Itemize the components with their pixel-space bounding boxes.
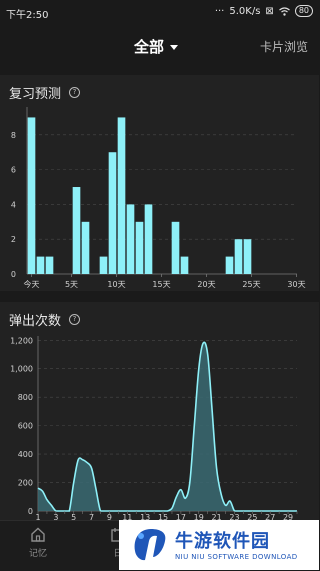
brand-logo-icon [134,529,166,561]
x-tick-label: 29 [283,513,293,520]
x-tick-label: 5 [71,513,76,520]
bar [45,256,54,274]
x-tick-label: 25天 [242,280,260,289]
review-forecast-header: 复习预测 ? [9,83,81,102]
bar [180,256,189,274]
help-icon[interactable]: ? [69,87,81,98]
x-tick-label: 15天 [152,280,170,289]
brand-watermark: 牛游软件园 NIU NIU SOFTWARE DOWNLOAD [119,520,319,570]
y-tick-label: 6 [11,166,16,175]
status-bar: 下午2:50 ··· 5.0K/s ⊠ 80 [0,0,319,24]
bar [27,117,36,274]
y-tick-label: 8 [11,131,16,140]
bar [144,204,153,274]
net-speed: 5.0K/s [229,5,261,17]
bar [126,204,135,274]
y-tick-label: 0 [28,507,33,516]
x-tick-label: 25 [247,513,257,520]
x-tick-label: 21 [212,513,222,520]
y-tick-label: 200 [18,479,33,488]
review-forecast-panel: 复习预测 ? 0 2 4 6 8 今天 5天 10天 15天 20天 25天 30天 [0,75,319,291]
review-forecast-title: 复习预测 [9,87,62,102]
x-tick-label: 20天 [197,280,215,289]
more-dots-icon: ··· [214,5,225,17]
x-tick-label: 9 [107,513,112,520]
status-icons: ··· 5.0K/s ⊠ 80 [215,5,313,17]
x-tick-label: 3 [53,513,58,520]
x-tick-label: 7 [89,513,94,520]
bar [72,187,81,274]
top-bar: 全部 卡片浏览 [0,24,319,68]
nav-memory[interactable]: 记忆 [23,527,53,559]
nav-memory-label: 记忆 [28,549,47,559]
x-tick-label: 27 [265,513,275,520]
card-browse-button[interactable]: 卡片浏览 [260,38,308,55]
y-tick-label: 2 [11,235,16,244]
x-tick-label: 10天 [107,280,125,289]
x-tick-label: 17 [176,513,186,520]
y-tick-label: 4 [11,200,16,209]
sim-off-icon: ⊠ [265,5,274,17]
x-tick-label: 15 [158,513,168,520]
bar [81,221,90,274]
x-tick-label: 23 [229,513,239,520]
x-tick-label: 5天 [65,280,78,289]
bar [108,152,117,274]
bar [135,221,144,274]
y-tick-label: 1,200 [10,336,33,345]
bar [243,239,252,274]
y-tick-label: 1,000 [10,365,33,374]
y-tick-label: 600 [18,422,33,431]
bar [99,256,108,274]
battery-icon: 80 [294,5,313,17]
x-tick-label: 11 [122,513,132,520]
brand-name-cn: 牛游软件园 [175,531,270,552]
bar [171,221,180,274]
bar [36,256,45,274]
x-tick-label: 今天 [24,279,40,289]
help-icon[interactable]: ? [69,314,81,325]
x-tick-label: 13 [140,513,150,520]
x-tick-label: 30天 [287,280,305,289]
scope-dropdown[interactable]: 全部 [134,36,179,57]
status-time: 下午2:50 [6,10,49,21]
popup-count-chart: 02004006008001,0001,2001 3 5 7 9 11 13 15 17 19 21… [10,336,298,520]
area-fill [38,342,297,511]
popup-count-title: 弹出次数 [9,314,62,329]
popup-count-panel: 弹出次数 ? 0 200 400 600 800 1,000 1,200 1 3 5 7 9 11 13 1… [0,302,319,520]
bar [117,117,126,274]
bar [225,256,234,274]
review-forecast-chart: 0 2 4 6 8 今天 5天 10天 15天 20天 25天 30天 [11,107,306,289]
x-tick-label: 1 [35,513,40,520]
home-icon [31,527,45,542]
wifi-icon [278,6,290,16]
brand-name-en: NIU NIU SOFTWARE DOWNLOAD [175,553,298,561]
y-tick-label: 0 [11,270,16,279]
popup-count-header: 弹出次数 ? [9,310,81,329]
x-tick-label: 19 [194,513,204,520]
y-tick-label: 400 [18,450,33,459]
scope-label: 全部 [134,38,165,56]
y-tick-label: 800 [18,393,33,402]
chevron-down-icon [170,45,179,50]
bar [234,239,243,274]
